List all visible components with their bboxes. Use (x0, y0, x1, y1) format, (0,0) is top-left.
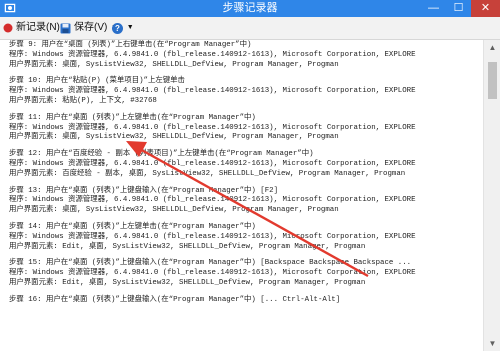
scroll-up-arrow-icon[interactable]: ▲ (484, 40, 500, 55)
steps-recorder-window: 步骤记录器 — ☐ ✕ 新记录(N) 保存(V) ▼ ? ▼ 步骤 9: 用户在… (0, 0, 500, 351)
vertical-scrollbar[interactable]: ▲ ▼ (483, 40, 500, 351)
scroll-down-arrow-icon[interactable]: ▼ (484, 336, 500, 351)
scrollbar-thumb[interactable] (488, 62, 497, 99)
red-arrow-icon (126, 141, 369, 278)
